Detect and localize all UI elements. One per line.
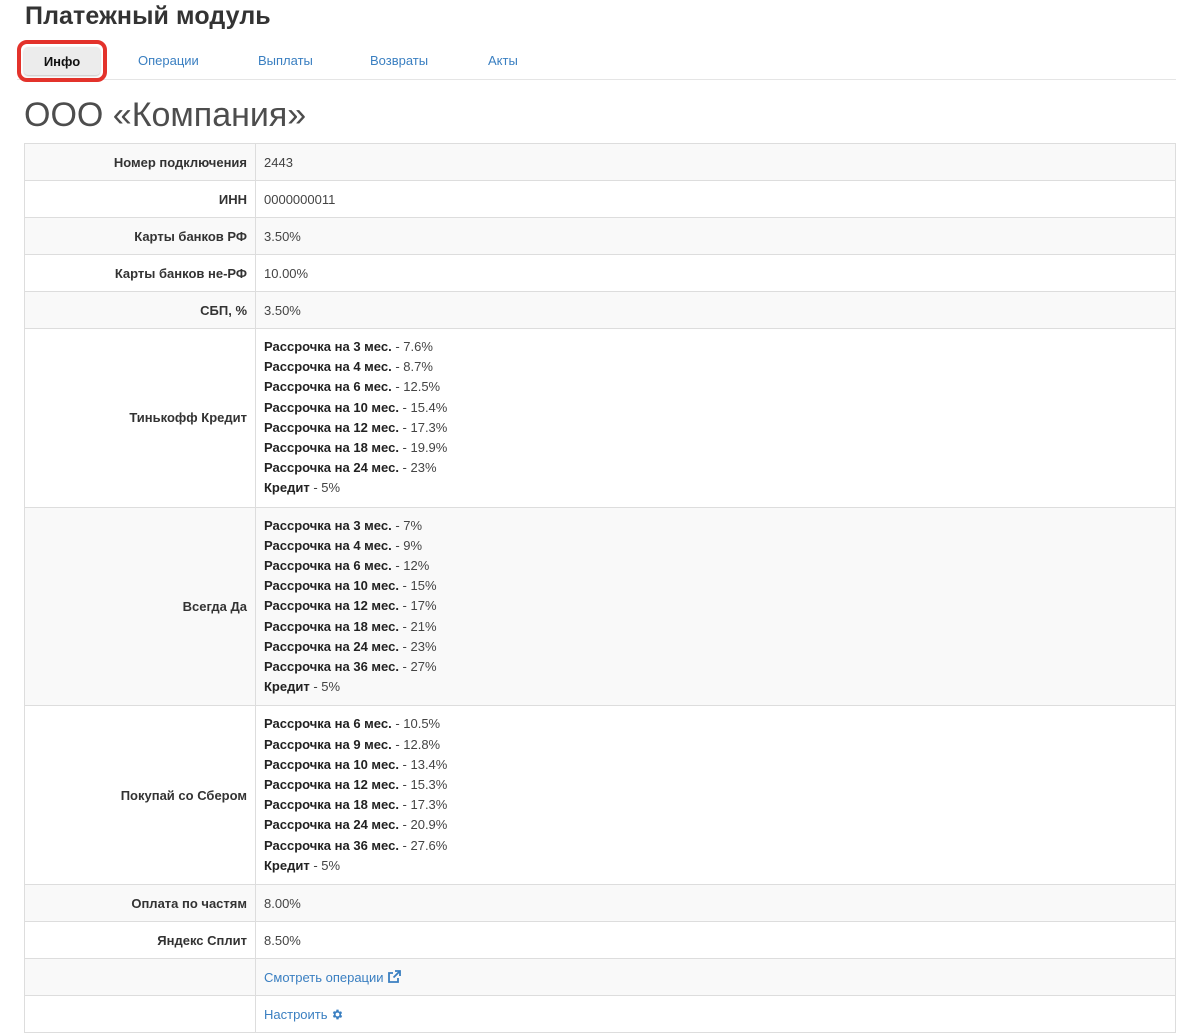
table-row: Настроить bbox=[24, 995, 1176, 1033]
table-row: Карты банков не-РФ 10.00% bbox=[24, 254, 1176, 292]
row-label: СБП, % bbox=[24, 291, 256, 329]
row-label: ИНН bbox=[24, 180, 256, 218]
tab-operations[interactable]: Операции bbox=[138, 53, 199, 68]
tab-payouts[interactable]: Выплаты bbox=[258, 53, 313, 68]
view-operations-cell: Смотреть операции bbox=[255, 958, 1176, 997]
plan-item: Рассрочка на 18 мес. - 19.9% bbox=[264, 440, 448, 456]
table-row: СБП, % 3.50% bbox=[24, 291, 1176, 329]
tab-info-highlight: Инфо bbox=[17, 40, 107, 82]
plan-item: Рассрочка на 10 мес. - 13.4% bbox=[264, 756, 448, 772]
row-label: Оплата по частям bbox=[24, 884, 256, 923]
plan-item: Кредит - 5% bbox=[264, 857, 341, 873]
table-row: Покупай со Сбером Рассрочка на 6 мес. - … bbox=[24, 705, 1176, 886]
table-row: Всегда Да Рассрочка на 3 мес. - 7% Расср… bbox=[24, 507, 1176, 707]
table-row: ИНН 0000000011 bbox=[24, 180, 1176, 218]
connection-number-value: 2443 bbox=[255, 143, 1176, 181]
row-label: Покупай со Сбером bbox=[24, 705, 256, 886]
plan-item: Рассрочка на 6 мес. - 12% bbox=[264, 558, 430, 574]
plan-item: Рассрочка на 10 мес. - 15.4% bbox=[264, 399, 448, 415]
empty-label-cell bbox=[24, 958, 256, 997]
cards-rf-value: 3.50% bbox=[255, 217, 1176, 255]
sbp-value: 3.50% bbox=[255, 291, 1176, 329]
row-label: Карты банков РФ bbox=[24, 217, 256, 255]
plan-item: Рассрочка на 6 мес. - 12.5% bbox=[264, 379, 441, 395]
view-operations-label: Смотреть операции bbox=[264, 969, 384, 985]
parts-value: 8.00% bbox=[255, 884, 1176, 923]
plan-item: Рассрочка на 36 мес. - 27.6% bbox=[264, 837, 448, 853]
row-label: Номер подключения bbox=[24, 143, 256, 181]
configure-link[interactable]: Настроить bbox=[264, 1007, 344, 1022]
plan-item: Кредит - 5% bbox=[264, 679, 341, 695]
plan-item: Рассрочка на 12 мес. - 15.3% bbox=[264, 777, 448, 793]
plan-item: Рассрочка на 24 мес. - 20.9% bbox=[264, 817, 448, 833]
configure-label: Настроить bbox=[264, 1006, 328, 1022]
plan-item: Рассрочка на 12 мес. - 17.3% bbox=[264, 419, 448, 435]
info-table: Номер подключения 2443 ИНН 0000000011 Ка… bbox=[24, 143, 1176, 1033]
tab-refunds[interactable]: Возвраты bbox=[370, 53, 428, 68]
plan-item: Кредит - 5% bbox=[264, 480, 341, 496]
gear-icon bbox=[332, 1009, 342, 1019]
plan-item: Рассрочка на 3 мес. - 7% bbox=[264, 517, 423, 533]
row-label: Всегда Да bbox=[24, 507, 256, 707]
table-row: Тинькофф Кредит Рассрочка на 3 мес. - 7.… bbox=[24, 328, 1176, 508]
table-row: Яндекс Сплит 8.50% bbox=[24, 921, 1176, 960]
page-title: Платежный модуль bbox=[25, 2, 271, 30]
plan-item: Рассрочка на 4 мес. - 9% bbox=[264, 537, 423, 553]
sber-plans: Рассрочка на 6 мес. - 10.5% Рассрочка на… bbox=[255, 705, 1176, 886]
view-operations-link[interactable]: Смотреть операции bbox=[264, 970, 401, 985]
plan-item: Рассрочка на 10 мес. - 15% bbox=[264, 578, 437, 594]
row-label: Яндекс Сплит bbox=[24, 921, 256, 960]
plan-item: Рассрочка на 36 мес. - 27% bbox=[264, 659, 437, 675]
plan-item: Рассрочка на 12 мес. - 17% bbox=[264, 598, 437, 614]
empty-label-cell bbox=[24, 995, 256, 1033]
tinkoff-plans: Рассрочка на 3 мес. - 7.6% Рассрочка на … bbox=[255, 328, 1176, 508]
plan-item: Рассрочка на 18 мес. - 21% bbox=[264, 618, 437, 634]
table-row: Оплата по частям 8.00% bbox=[24, 884, 1176, 923]
tab-acts[interactable]: Акты bbox=[488, 53, 518, 68]
external-link-icon bbox=[387, 970, 401, 983]
row-label: Карты банков не-РФ bbox=[24, 254, 256, 292]
plan-item: Рассрочка на 18 мес. - 17.3% bbox=[264, 797, 448, 813]
configure-cell: Настроить bbox=[255, 995, 1176, 1033]
vsegda-da-plans: Рассрочка на 3 мес. - 7% Рассрочка на 4 … bbox=[255, 507, 1176, 707]
company-name: ООО «Компания» bbox=[24, 96, 307, 134]
table-row: Смотреть операции bbox=[24, 958, 1176, 997]
inn-value: 0000000011 bbox=[255, 180, 1176, 218]
row-label: Тинькофф Кредит bbox=[24, 328, 256, 508]
plan-item: Рассрочка на 4 мес. - 8.7% bbox=[264, 359, 433, 375]
plan-item: Рассрочка на 3 мес. - 7.6% bbox=[264, 339, 433, 354]
table-row: Карты банков РФ 3.50% bbox=[24, 217, 1176, 255]
plan-item: Рассрочка на 6 мес. - 10.5% bbox=[264, 716, 441, 732]
yandex-split-value: 8.50% bbox=[255, 921, 1176, 960]
table-row: Номер подключения 2443 bbox=[24, 143, 1176, 181]
plan-item: Рассрочка на 9 мес. - 12.8% bbox=[264, 736, 441, 752]
tab-info[interactable]: Инфо bbox=[24, 47, 100, 75]
plan-item: Рассрочка на 24 мес. - 23% bbox=[264, 460, 437, 476]
plan-item: Рассрочка на 24 мес. - 23% bbox=[264, 638, 437, 654]
cards-non-rf-value: 10.00% bbox=[255, 254, 1176, 292]
tab-bar: Инфо Операции Выплаты Возвраты Акты bbox=[17, 40, 1176, 82]
